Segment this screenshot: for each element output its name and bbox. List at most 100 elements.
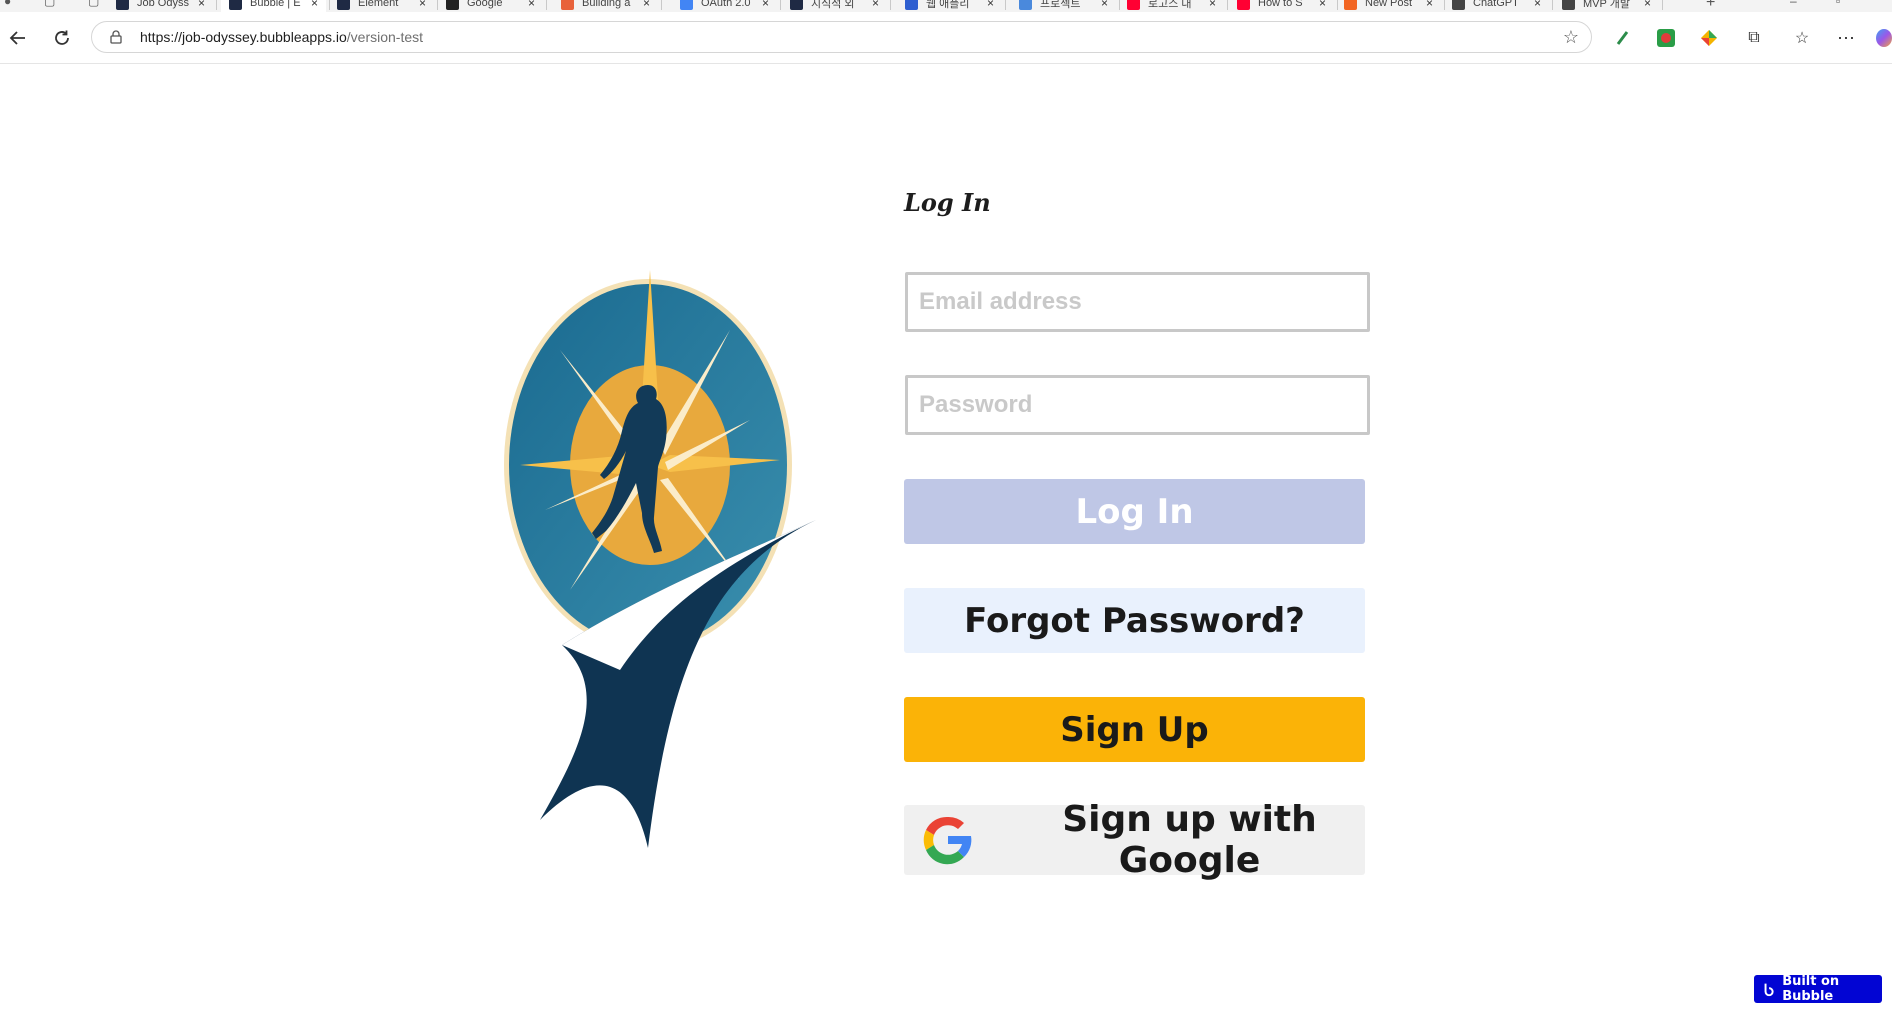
tab-title: 로고스 대 — [1148, 0, 1192, 10]
tab-favicon-icon — [561, 0, 574, 10]
tab-favicon-icon — [1344, 0, 1357, 10]
tab-separator — [890, 0, 891, 10]
tab-close-icon[interactable]: × — [1209, 0, 1216, 10]
tab-close-icon[interactable]: × — [1644, 0, 1651, 10]
tab-title: How to S — [1258, 0, 1303, 9]
tab-separator — [216, 0, 217, 10]
tab-close-icon[interactable]: × — [762, 0, 769, 10]
browser-toolbar: https://job-odyssey.bubbleapps.io/versio… — [0, 12, 1892, 64]
lock-icon[interactable] — [110, 30, 122, 44]
tab-favicon-icon — [337, 0, 350, 10]
pen-extension-icon[interactable] — [1614, 29, 1632, 47]
tab-favicon-icon — [1237, 0, 1250, 10]
address-bar[interactable]: https://job-odyssey.bubbleapps.io/versio… — [91, 21, 1592, 53]
browser-tab[interactable]: 프로젝트 × — [1011, 0, 1116, 12]
reload-icon[interactable] — [50, 26, 74, 50]
tab-title: 웹 애플리 — [926, 0, 970, 10]
browser-tab[interactable]: 로고스 대 × — [1119, 0, 1224, 12]
tab-title: 프로젝트 — [1040, 0, 1081, 10]
tab-close-icon[interactable]: × — [643, 0, 650, 10]
browser-tab[interactable]: ChatGPT × — [1444, 0, 1549, 12]
browser-tab[interactable]: Google × — [438, 0, 543, 12]
tab-close-icon[interactable]: × — [1426, 0, 1433, 10]
tab-favicon-icon — [446, 0, 459, 10]
tab-favicon-icon — [1452, 0, 1465, 10]
new-tab-icon[interactable]: + — [1706, 0, 1722, 11]
tab-favicon-icon — [229, 0, 242, 10]
tab-favicon-icon — [1562, 0, 1575, 10]
back-icon[interactable] — [6, 26, 30, 50]
tab-close-icon[interactable]: × — [198, 0, 205, 10]
tab-separator — [661, 0, 662, 10]
tab-actions-icon[interactable]: ▢ — [88, 0, 104, 10]
tab-separator — [1662, 0, 1663, 10]
google-logo-icon — [923, 816, 972, 865]
tab-favicon-icon — [790, 0, 803, 10]
tab-title: Element — [358, 0, 399, 9]
minimize-icon[interactable]: – — [1790, 0, 1806, 10]
browser-tab[interactable]: New Post × — [1336, 0, 1441, 12]
url-host: https://job-odyssey.bubbleapps.io — [140, 29, 347, 45]
favorite-star-icon[interactable]: ☆ — [1563, 27, 1579, 48]
more-menu-icon[interactable]: ⋯ — [1834, 26, 1858, 50]
tab-title: MVP 개발 — [1583, 0, 1630, 10]
tab-separator — [546, 0, 547, 10]
browser-tab[interactable]: Bubble | E × — [221, 0, 326, 12]
browser-tab[interactable]: Building a × — [553, 0, 658, 12]
tab-title: New Post — [1365, 0, 1413, 9]
badge-label: Built on Bubble — [1782, 974, 1840, 1004]
compass-walker-logo — [504, 270, 816, 848]
tab-strip: ● ▢ ▢ Job Odyssey×Bubble | E×Element×Goo… — [0, 0, 1892, 12]
tab-separator — [1005, 0, 1006, 10]
tab-favicon-icon — [1127, 0, 1140, 10]
forgot-password-button[interactable]: Forgot Password? — [904, 588, 1365, 653]
tab-close-icon[interactable]: × — [1534, 0, 1541, 10]
workspaces-icon[interactable]: ▢ — [44, 0, 60, 10]
diamond-extension-icon[interactable] — [1700, 29, 1718, 47]
extensions-icon[interactable]: ⧉ — [1742, 26, 1766, 50]
url-path: /version-test — [346, 29, 424, 45]
bubble-logo-icon — [1764, 983, 1774, 997]
browser-tab[interactable]: 웹 애플리 × — [897, 0, 1002, 12]
email-field[interactable] — [905, 272, 1370, 332]
signup-button[interactable]: Sign Up — [904, 697, 1365, 762]
tab-separator — [1552, 0, 1553, 10]
browser-tab[interactable]: Job Odyssey × — [108, 0, 213, 12]
browser-tab[interactable]: Element × — [329, 0, 434, 12]
browser-tab[interactable]: 지식적 외 × — [782, 0, 887, 12]
browser-tab[interactable]: OAuth 2.0 × — [672, 0, 777, 12]
tab-close-icon[interactable]: × — [987, 0, 994, 10]
tab-favicon-icon — [1019, 0, 1032, 10]
browser-tab[interactable]: MVP 개발 × — [1554, 0, 1659, 12]
tab-close-icon[interactable]: × — [1101, 0, 1108, 10]
page-title: Log In — [904, 188, 991, 217]
tab-favicon-icon — [680, 0, 693, 10]
record-extension-icon[interactable] — [1657, 29, 1675, 47]
tab-separator — [780, 0, 781, 10]
tab-favicon-icon — [905, 0, 918, 10]
password-field[interactable] — [905, 375, 1370, 435]
tab-title: 지식적 외 — [811, 0, 855, 10]
tab-close-icon[interactable]: × — [419, 0, 426, 10]
tab-title: OAuth 2.0 — [701, 0, 751, 9]
google-signup-label: Sign up with Google — [1062, 799, 1317, 881]
maximize-icon[interactable]: ▫ — [1836, 0, 1852, 10]
tab-title: ChatGPT — [1473, 0, 1519, 9]
tab-close-icon[interactable]: × — [1319, 0, 1326, 10]
tab-title: Building a — [582, 0, 631, 9]
tab-title: Job Odyssey — [137, 0, 189, 9]
profile-icon[interactable]: ● — [4, 0, 20, 10]
tab-favicon-icon — [116, 0, 129, 10]
tab-close-icon[interactable]: × — [528, 0, 535, 10]
tab-title: Google — [467, 0, 503, 9]
tab-title: Bubble | E — [250, 0, 301, 9]
google-signup-button[interactable]: Sign up with Google — [904, 799, 1365, 881]
login-button[interactable]: Log In — [904, 479, 1365, 544]
copilot-icon[interactable] — [1876, 29, 1892, 47]
built-on-bubble-badge[interactable]: Built on Bubble — [1754, 974, 1882, 1004]
tab-close-icon[interactable]: × — [311, 0, 318, 10]
tab-separator — [1227, 0, 1228, 10]
favorites-icon[interactable]: ☆ — [1790, 26, 1814, 50]
browser-tab[interactable]: How to S × — [1229, 0, 1334, 12]
tab-close-icon[interactable]: × — [872, 0, 879, 10]
